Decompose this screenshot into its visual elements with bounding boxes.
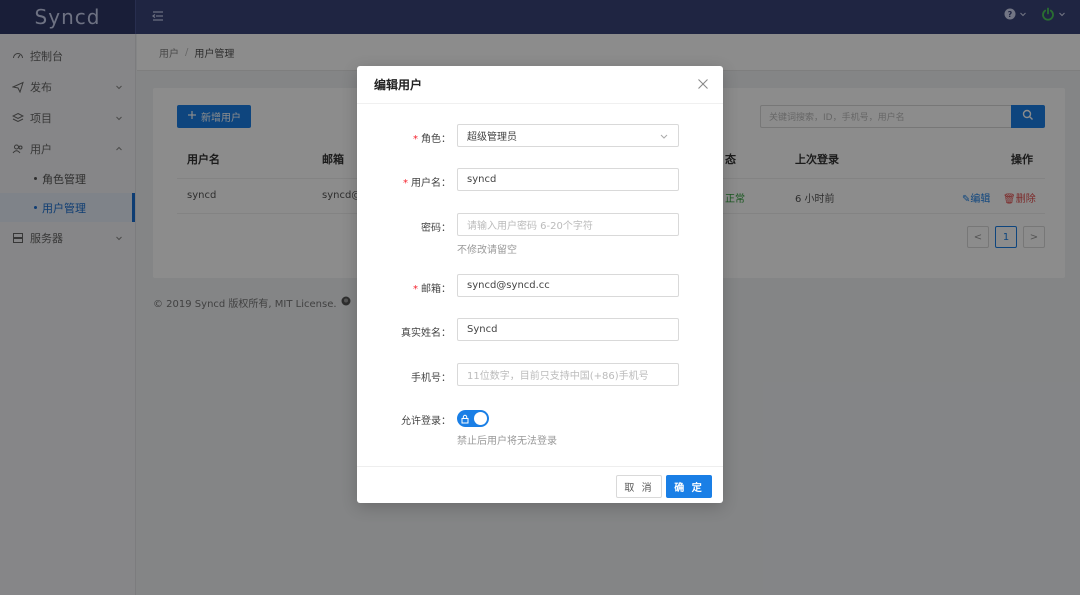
email-label: * 邮箱： <box>413 284 451 295</box>
username-input[interactable]: syncd <box>457 168 679 191</box>
cancel-button[interactable]: 取 消 <box>616 475 662 498</box>
truename-input[interactable]: Syncd <box>457 318 679 341</box>
allow-login-toggle[interactable] <box>457 410 489 427</box>
allow-login-label: 允许登录： <box>401 416 451 427</box>
mobile-input[interactable]: 11位数字，目前只支持中国(+86)手机号 <box>457 363 679 386</box>
confirm-button[interactable]: 确 定 <box>666 475 712 498</box>
password-help: 不修改请留空 <box>457 245 517 256</box>
role-select[interactable]: 超级管理员 <box>457 124 679 147</box>
email-field[interactable]: syncd@syncd.cc <box>457 274 679 297</box>
toggle-knob <box>474 412 487 425</box>
password-label: 密码： <box>421 223 451 234</box>
mobile-label: 手机号： <box>411 373 451 384</box>
allow-login-help: 禁止后用户将无法登录 <box>457 436 557 447</box>
dialog-title: 编辑用户 <box>357 66 723 104</box>
edit-user-dialog: 编辑用户 * 角色： 超级管理员 * 用户名： syncd 密码： 请输入用户密码 … <box>357 66 723 503</box>
role-value: 超级管理员 <box>467 132 517 143</box>
username-label: * 用户名： <box>403 178 451 189</box>
chevron-down-icon <box>659 131 669 144</box>
lock-icon <box>461 413 469 427</box>
dialog-footer: 取 消 确 定 <box>357 466 723 503</box>
truename-label: 真实姓名： <box>401 328 451 339</box>
close-icon[interactable] <box>697 78 709 90</box>
password-input[interactable]: 请输入用户密码 6-20个字符 <box>457 213 679 236</box>
role-label: * 角色： <box>413 134 451 145</box>
